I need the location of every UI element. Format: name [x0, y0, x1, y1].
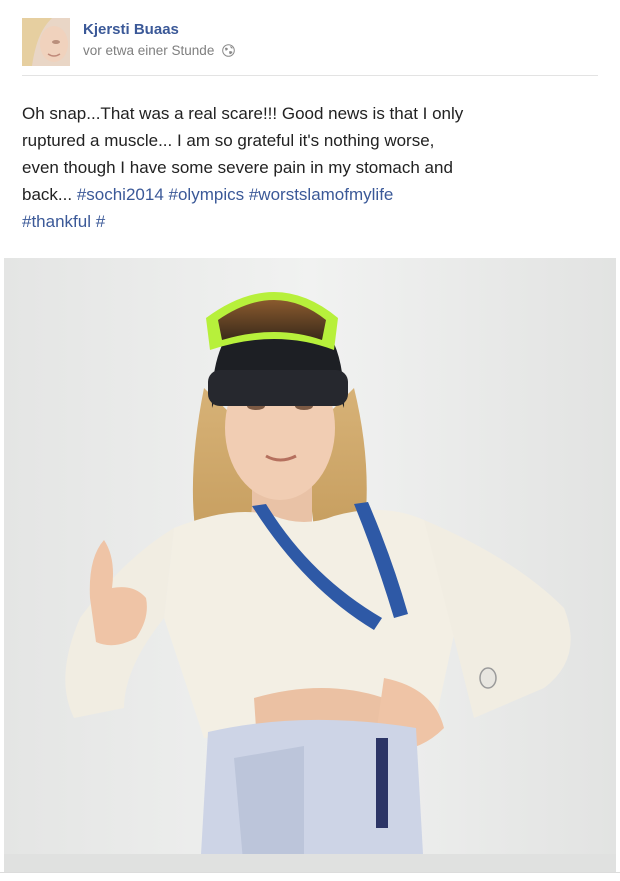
- post-message: Oh snap...That was a real scare!!! Good …: [22, 100, 602, 235]
- hashtag-sochi2014[interactable]: #sochi2014: [77, 185, 164, 204]
- hashtag-worstslamofmylife[interactable]: #worstslamofmylife: [249, 185, 394, 204]
- post-photo[interactable]: [4, 258, 616, 872]
- facebook-post: Kjersti Buaas vor etwa einer Stunde Oh s…: [0, 0, 620, 881]
- post-header: Kjersti Buaas vor etwa einer Stunde: [22, 18, 598, 70]
- header-divider: [22, 75, 598, 76]
- hashtag-olympics[interactable]: #olympics: [169, 185, 245, 204]
- globe-icon[interactable]: [222, 44, 236, 57]
- post-meta: vor etwa einer Stunde: [83, 43, 236, 58]
- author-avatar[interactable]: [22, 18, 70, 66]
- bottom-edge: [0, 872, 620, 881]
- message-line-1: Oh snap...That was a real scare!!! Good …: [22, 104, 464, 123]
- author-name[interactable]: Kjersti Buaas: [83, 21, 179, 38]
- message-line-3: even though I have some severe pain in m…: [22, 158, 453, 177]
- support-belt: [200, 719, 424, 872]
- hashtag-thankful[interactable]: #thankful: [22, 212, 91, 231]
- message-line-2: ruptured a muscle... I am so grateful it…: [22, 131, 435, 150]
- message-line-4: back...: [22, 185, 77, 204]
- hashtag-empty[interactable]: #: [96, 212, 105, 231]
- post-timestamp[interactable]: vor etwa einer Stunde: [83, 43, 214, 58]
